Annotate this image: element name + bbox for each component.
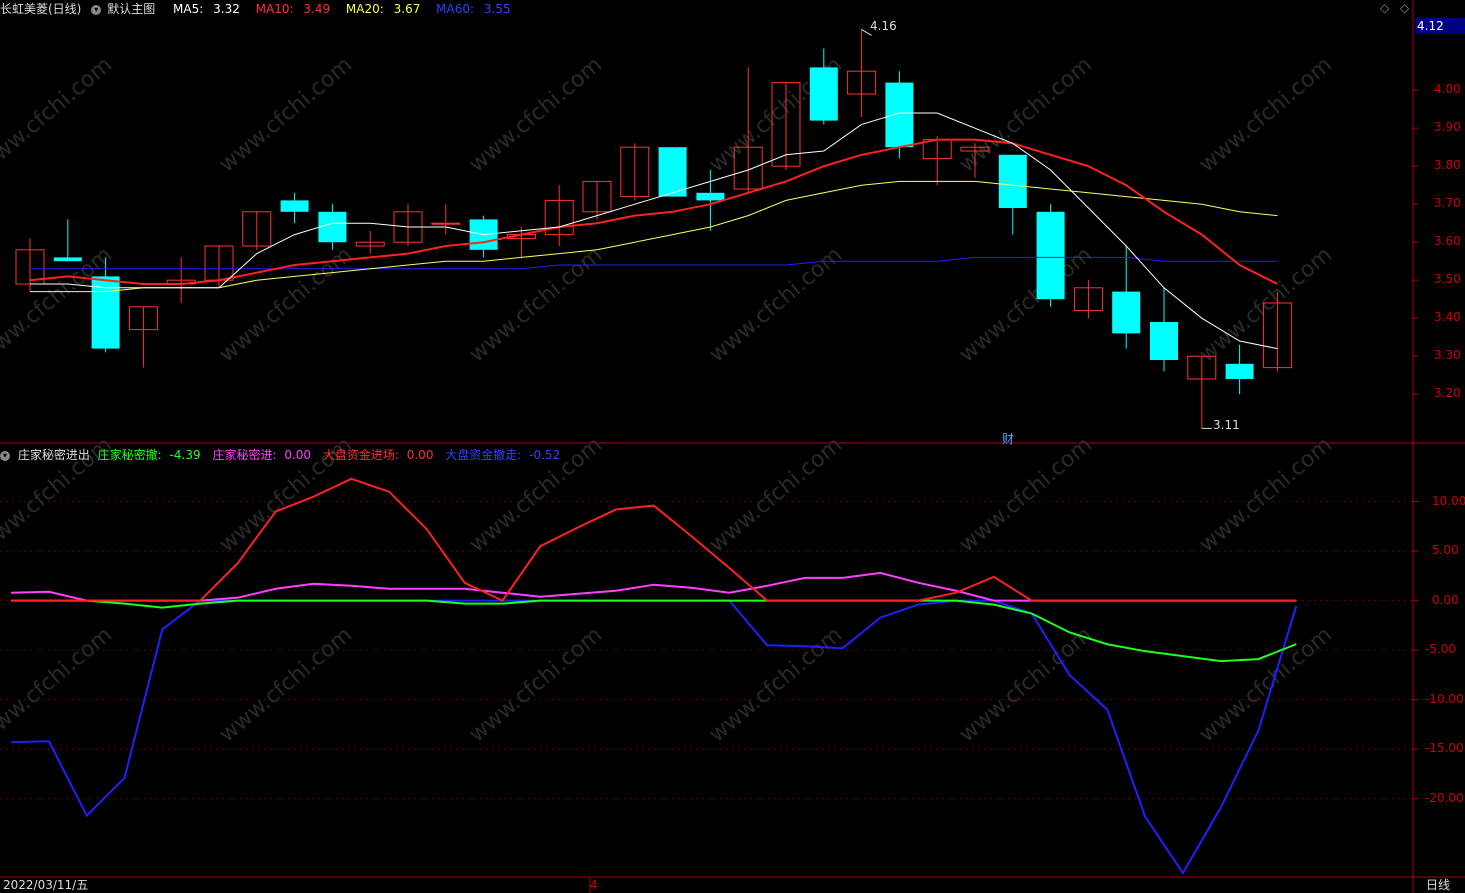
settings-icon[interactable]: ▾ [91, 4, 102, 15]
watermark-text: www.cfchi.com [465, 52, 607, 177]
price-tick-label: 3.70 [1434, 196, 1461, 211]
current-price-tag: 4.12 [1415, 18, 1465, 34]
watermark-text: www.cfchi.com [705, 622, 847, 747]
indicator-tick-label: 0.00 [1432, 592, 1459, 607]
price-tick-label: 3.30 [1434, 348, 1461, 363]
low-price-label: 3.11 [1213, 418, 1240, 432]
s2-legend-value: 0.00 [284, 448, 312, 462]
s1-legend-value: -4.39 [169, 448, 201, 462]
price-tick-label: 3.90 [1434, 120, 1461, 135]
candle-body [280, 200, 309, 212]
main-chart-label[interactable]: ▾ 默认主图 [91, 2, 165, 16]
watermark-text: www.cfchi.com [955, 622, 1097, 747]
watermark-text: www.cfchi.com [705, 432, 847, 557]
price-tick-label: 3.40 [1434, 310, 1461, 325]
watermark-text: www.cfchi.com [1195, 52, 1337, 177]
month-label: 4 [590, 878, 598, 892]
ma60-legend-label: MA60: [436, 2, 475, 16]
s3-legend-label: 大盘资金进场: [322, 448, 399, 462]
candle-body [1112, 291, 1141, 334]
candle-body [1150, 322, 1178, 360]
candle-body [658, 147, 687, 197]
date-label: 2022/03/11/五 [3, 878, 89, 893]
watermark-text: www.cfchi.com [0, 622, 117, 747]
ma20-legend-value: 3.67 [393, 2, 421, 16]
candle-body [318, 211, 347, 243]
indicator-tick-label: -10.00 [1425, 691, 1464, 706]
price-tick-label: 3.80 [1434, 158, 1461, 173]
ma60-legend-value: 3.55 [483, 2, 511, 16]
ma5-legend-value: 3.32 [213, 2, 240, 16]
indicator-tick-label: 10.00 [1432, 493, 1465, 508]
ma10-legend: MA10: 3.49 [256, 2, 336, 16]
indicator-tick-label: -20.00 [1425, 790, 1464, 805]
candle-body [809, 67, 838, 121]
s2-legend: 庄家秘密进: 0.00 [212, 448, 315, 462]
candle-body [1036, 211, 1065, 300]
s4-legend-label: 大盘资金撤走: [445, 448, 522, 462]
price-tick-label: 3.50 [1434, 272, 1461, 287]
ma20-legend: MA20: 3.67 [346, 2, 426, 16]
s1-legend-label: 庄家秘密撤: [97, 448, 162, 462]
diamond-icon[interactable]: ◇ [1380, 1, 1389, 15]
high-price-label: 4.16 [870, 19, 897, 33]
watermark-text: www.cfchi.com [215, 622, 357, 747]
indicator-tick-label: 5.00 [1432, 543, 1459, 558]
indicator-name: 庄家秘密进出 [17, 448, 90, 462]
indicator-tick-label: -5.00 [1425, 642, 1457, 657]
candle-body [696, 192, 725, 201]
price-tick-label: 3.60 [1434, 234, 1461, 249]
ma10-legend-value: 3.49 [303, 2, 331, 16]
candle-body [885, 82, 914, 148]
watermark-text: www.cfchi.com [1195, 622, 1337, 747]
s2-legend-label: 庄家秘密进: [212, 448, 277, 462]
candle-body [431, 222, 461, 225]
ma10-legend-label: MA10: [255, 2, 294, 16]
s4-legend-value: -0.52 [529, 448, 561, 462]
watermark-text: www.cfchi.com [465, 622, 607, 747]
watermark-text: www.cfchi.com [1195, 432, 1337, 557]
scroll-arrow-icon[interactable]: ◇ [1400, 1, 1409, 15]
s3-line [11, 477, 1297, 602]
finance-marker[interactable]: 财 [1002, 430, 1014, 447]
ma5-line [30, 112, 1278, 350]
stock-title: 长虹美菱(日线) [0, 2, 82, 16]
s1-legend: 庄家秘密撤: -4.39 [98, 448, 205, 462]
ma5-legend: MA5: 3.32 [173, 2, 246, 16]
candle-body [998, 154, 1027, 208]
candle-body [1225, 363, 1254, 379]
period-label[interactable]: 日线 [1426, 878, 1450, 893]
s1-line [11, 599, 1297, 663]
main-chart-label-text: 默认主图 [107, 2, 156, 16]
candle-body [53, 257, 82, 262]
price-tick-label: 4.00 [1434, 82, 1461, 97]
watermark-text: www.cfchi.com [215, 52, 357, 177]
watermark-text: www.cfchi.com [955, 242, 1097, 367]
ma20-legend-label: MA20: [345, 2, 384, 16]
price-tick-label: 3.20 [1434, 386, 1461, 401]
watermark-text: www.cfchi.com [0, 52, 117, 177]
s3-legend: 大盘资金进场: 0.00 [323, 448, 438, 462]
s4-legend: 大盘资金撤走: -0.52 [445, 448, 564, 462]
ma60-legend: MA60: 3.55 [436, 2, 516, 16]
watermark-text: www.cfchi.com [955, 432, 1097, 557]
s4-line [11, 599, 1298, 875]
main-chart-header: 长虹美菱(日线) ▾ 默认主图 MA5: 3.32 MA10: 3.49 MA20… [0, 0, 523, 16]
indicator-header: ▾ 庄家秘密进出 庄家秘密撤: -4.39 庄家秘密进: 0.00 大盘资金进场… [0, 446, 568, 462]
s3-legend-value: 0.00 [406, 448, 434, 462]
ma5-legend-label: MA5: [173, 2, 204, 16]
ma20-line [30, 180, 1278, 293]
indicator-tick-label: -15.00 [1425, 741, 1464, 756]
indicator-settings-icon[interactable]: ▾ [0, 450, 10, 461]
